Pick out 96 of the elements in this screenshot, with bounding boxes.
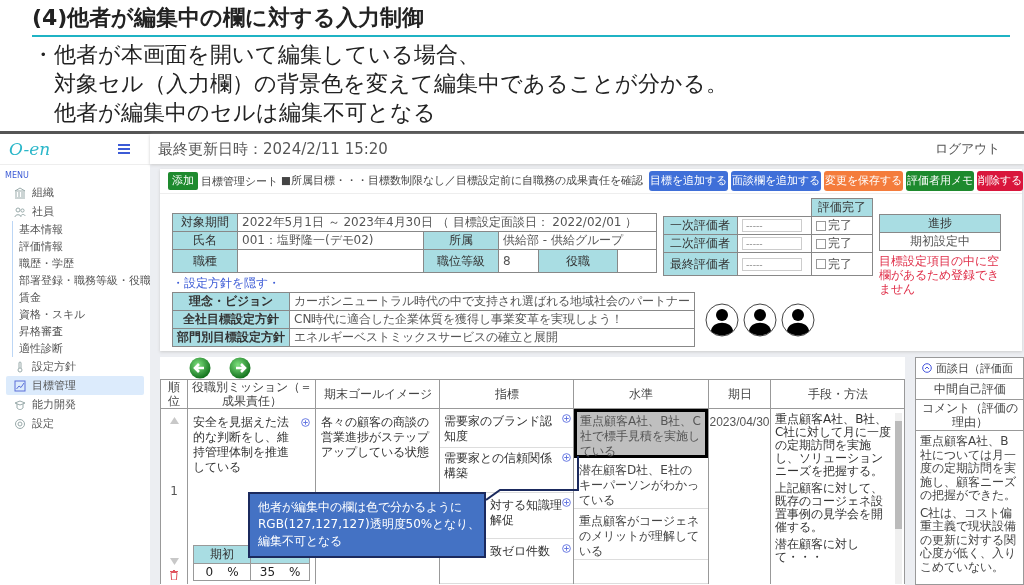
- tag-label: 添加: [168, 172, 198, 190]
- unit-text: %: [289, 564, 301, 579]
- method-field[interactable]: 重点顧客A社、B社、C社に対して月に一度の定期訪問を実施し、ソリューションニーズを把握する。 上記顧客に対して、既存のコージェネ設置事例の見学会を開催する。 潜在顧客に対して・・・: [775, 413, 893, 584]
- callout: 他者が編集中の欄は色で分かるように RGB(127,127,127)透明度50%となり、 編集不可となる: [248, 492, 486, 558]
- nav-subitem[interactable]: 資格・スキル: [19, 306, 150, 323]
- error-message: 目標設定項目の中に空欄があるため登録できません: [879, 254, 1001, 296]
- field-value: 001：塩野隆一(デモ02): [237, 231, 424, 250]
- column-header: 期末ゴールイメージ: [316, 379, 440, 409]
- field-label: 一次評価者: [663, 216, 738, 235]
- rank-number: 1: [170, 484, 178, 498]
- goal-text: 各々の顧客の商談の営業進捗がステップアップしている状態: [320, 414, 431, 461]
- field-value: 期初設定中: [879, 232, 1001, 251]
- nav-subitem[interactable]: 昇格審査: [19, 323, 150, 340]
- add-icon[interactable]: [562, 498, 571, 508]
- nav-subitem[interactable]: 適性診断: [19, 340, 150, 357]
- field-label: 職種: [172, 249, 238, 273]
- input-field[interactable]: -----: [742, 257, 802, 271]
- avatar-icon: [781, 302, 815, 337]
- action-button[interactable]: 面談欄を追加する: [730, 171, 821, 191]
- collapse-icon[interactable]: [922, 363, 932, 373]
- action-button[interactable]: 削除する: [976, 171, 1023, 191]
- field-label: 対象期間: [172, 213, 238, 232]
- chart-icon: [14, 379, 26, 392]
- panel-title: 面談日（評価面: [936, 360, 1013, 376]
- people-icon: [14, 205, 26, 218]
- avatar-icon: [705, 302, 739, 337]
- avatar-icon: [743, 302, 777, 337]
- field-label: 進捗: [879, 214, 1001, 233]
- field-value: カーボンニュートラル時代の中で支持され選ばれる地域社会のパートナー: [289, 292, 695, 311]
- unit-text: %: [227, 564, 239, 579]
- column-header: 中間自己評価: [916, 379, 1023, 400]
- action-button[interactable]: 評価者用メモ: [905, 171, 974, 191]
- input-field[interactable]: -----: [742, 237, 802, 250]
- last-updated-text: 最終更新日時：2024/2/11 15:20: [158, 139, 388, 159]
- trash-icon[interactable]: [170, 570, 178, 580]
- field-value: 8: [498, 249, 539, 273]
- slide-title: (4)他者が編集中の欄に対する入力制御: [32, 4, 426, 32]
- cap-icon: [14, 398, 26, 411]
- nav-subitem[interactable]: 評価情報: [19, 238, 150, 255]
- note-text: ■所属目標・・・目標数制限なし／目標設定前に自職務の成果責任を確認: [281, 174, 643, 188]
- field-label: 最終評価者: [663, 252, 738, 276]
- indicator-field[interactable]: 需要家との信頼関係構築: [440, 448, 573, 481]
- column-header: 評価完了: [811, 198, 873, 217]
- mission-text: 安全を見据えた法的な判断をし、維持管理体制を推進している: [193, 415, 290, 475]
- logo: O-en: [9, 139, 51, 159]
- column-header: 手段・方法: [771, 379, 905, 409]
- nav-subitem[interactable]: 賃金: [19, 289, 150, 306]
- level-field[interactable]: 潜在顧客D社、E社のキーパーソンがわかっている: [574, 458, 708, 509]
- column-header: 期初: [193, 545, 251, 564]
- scrollbar[interactable]: [895, 413, 902, 584]
- column-header: 期日: [709, 379, 771, 409]
- toggle-link[interactable]: ・設定方針を隠す・: [172, 276, 874, 291]
- indicator-field[interactable]: 致ゼロ件数: [488, 538, 552, 559]
- table-cell: [617, 249, 657, 273]
- add-icon[interactable]: [562, 543, 571, 553]
- column-header: コメント（評価の理由）: [916, 400, 1023, 431]
- building-icon: [14, 186, 26, 199]
- arrow-left-icon[interactable]: [189, 357, 211, 379]
- field-value: CN時代に適合した企業体質を獲得し事業変革を実現しよう！: [289, 310, 695, 329]
- field-value: 2022年5月1日 ～ 2023年4月30日 （ 目標設定面談日： 2022/02/01 ）: [237, 213, 657, 232]
- action-button[interactable]: 目標を追加する: [648, 171, 728, 191]
- arrow-right-icon[interactable]: [229, 357, 251, 379]
- sheet-title: 目標管理シート: [201, 173, 278, 189]
- indicator-field[interactable]: 対する知識理解促: [488, 493, 573, 529]
- indicator-field[interactable]: 需要家のブランド認知度: [440, 409, 573, 444]
- nav-subitem[interactable]: 部署登録・職務等級・役職: [19, 272, 150, 289]
- menu-icon[interactable]: [118, 144, 130, 154]
- ratio-value: 0: [205, 564, 214, 579]
- field-value: 供給部 - 供給グループ: [498, 231, 657, 250]
- add-icon[interactable]: [301, 418, 310, 427]
- add-icon[interactable]: [562, 414, 571, 423]
- due-date: 2023/04/30: [709, 415, 770, 429]
- add-icon[interactable]: [562, 453, 571, 462]
- nav-item[interactable]: 組織: [6, 183, 144, 202]
- nav-item[interactable]: 設定: [6, 414, 144, 433]
- nav-item[interactable]: 社員: [6, 202, 144, 221]
- field-value: エネルギーベストミックスサービスの確立と展開: [289, 328, 695, 347]
- gear-icon: [14, 417, 26, 430]
- column-header: 役職別ミッション（＝成果責任）: [188, 379, 316, 409]
- input-field[interactable]: -----: [742, 219, 802, 232]
- comment-text: 重点顧客A社、B社については月一度の定期訪問を実施し、顧客ニーズの把握ができた。 C社は、コスト偏重主義で現状設備の更新に対する関心度が低く、入りこめていない。: [919, 433, 1017, 576]
- nav-subitem[interactable]: 職歴・学歴: [19, 255, 150, 272]
- nav-item[interactable]: 能力開発: [6, 395, 144, 414]
- nav-subitem[interactable]: 基本情報: [19, 221, 150, 238]
- column-header: 水準: [574, 379, 709, 409]
- field-label: 理念・ビジョン: [172, 292, 290, 311]
- level-field[interactable]: 重点顧客がコージェネのメリットが理解している: [574, 509, 708, 560]
- column-header: 順位: [160, 379, 188, 409]
- nav-item[interactable]: 設定方針: [6, 357, 144, 376]
- bullet-text: ・他者が本画面を開いて編集している場合、 対象セル（入力欄）の背景色を変えて編集中であることが分かる。 他者が編集中のセルは編集不可となる: [32, 41, 729, 127]
- column-header: 指標: [440, 379, 574, 409]
- nav-item[interactable]: 目標管理: [6, 376, 144, 395]
- ratio-value: 35: [259, 564, 276, 579]
- menu-label: MENU: [4, 170, 30, 182]
- logout-link[interactable]: ログアウト: [935, 140, 1000, 158]
- level-field[interactable]: 重点顧客A社、B社、C社で標手見積を実施している: [574, 409, 708, 458]
